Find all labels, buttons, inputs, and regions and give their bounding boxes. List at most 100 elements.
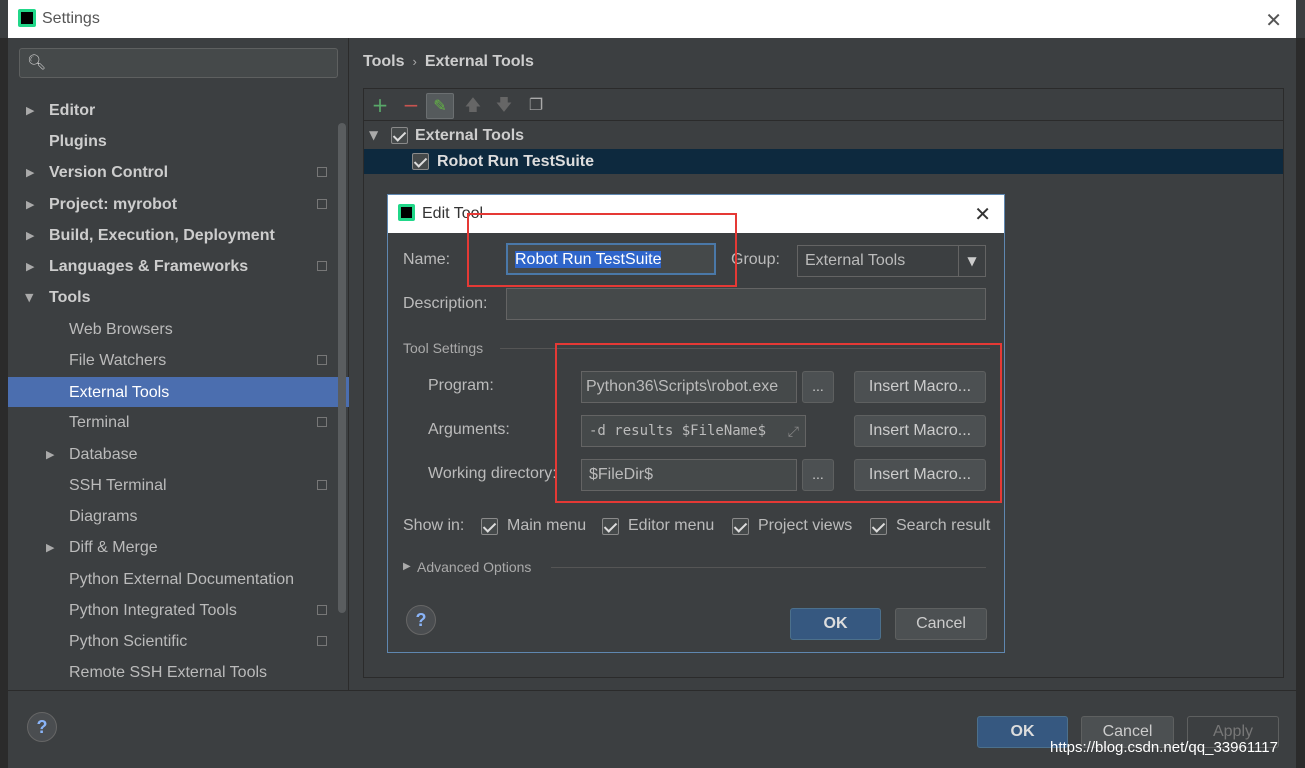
project-scope-icon bbox=[317, 355, 327, 365]
window-title: Settings bbox=[42, 10, 100, 27]
expand-arrow-icon: ▶ bbox=[26, 229, 35, 242]
title-bar: Settings ✕ bbox=[8, 0, 1296, 38]
sidebar-item-diagrams[interactable]: Diagrams bbox=[8, 501, 349, 532]
breadcrumb-current: External Tools bbox=[424, 53, 534, 70]
close-icon[interactable]: ✕ bbox=[974, 202, 991, 226]
tool-settings-heading: Tool Settings bbox=[403, 340, 484, 356]
group-select[interactable]: External Tools ▼ bbox=[797, 245, 986, 277]
help-button[interactable]: ? bbox=[27, 712, 57, 742]
sidebar-item-label: SSH Terminal bbox=[69, 477, 167, 494]
collapse-arrow-icon: ▼ bbox=[369, 128, 379, 142]
search-result-checkbox[interactable] bbox=[870, 518, 887, 535]
tool-group-label: External Tools bbox=[415, 127, 525, 144]
group-label: Group: bbox=[731, 251, 780, 268]
dialog-ok-button[interactable]: OK bbox=[790, 608, 881, 640]
sidebar-item-web-browsers[interactable]: Web Browsers bbox=[8, 314, 349, 345]
name-label: Name: bbox=[403, 251, 451, 268]
sidebar-item-label: Diagrams bbox=[69, 508, 138, 525]
sidebar-item-tools[interactable]: ▼ Tools bbox=[8, 282, 349, 313]
breadcrumb-parent[interactable]: Tools bbox=[363, 53, 404, 70]
expand-arrow-icon[interactable]: ▶ bbox=[403, 561, 411, 572]
sidebar-item-label: Editor bbox=[49, 102, 96, 119]
sidebar-item-label: Python Scientific bbox=[69, 633, 188, 650]
workdir-insert-macro-button[interactable]: Insert Macro... bbox=[854, 459, 986, 491]
workdir-field[interactable]: $FileDir$ bbox=[581, 459, 797, 491]
chevron-down-icon[interactable]: ▼ bbox=[958, 246, 985, 276]
sidebar-item-languages[interactable]: ▶ Languages & Frameworks bbox=[8, 251, 349, 282]
arguments-field[interactable]: -d results $FileName$ ⤢ bbox=[581, 415, 806, 447]
expand-arrow-icon: ▶ bbox=[46, 448, 55, 461]
settings-window: Settings ✕ 🔍︎ ▶ Editor Plugins ▶ Version… bbox=[0, 0, 1305, 768]
sidebar-item-label: File Watchers bbox=[69, 352, 167, 369]
sidebar-item-python-external-documentation[interactable]: Python External Documentation bbox=[8, 564, 349, 595]
program-browse-button[interactable]: ... bbox=[802, 371, 834, 403]
remove-icon[interactable]: − bbox=[397, 93, 425, 119]
tool-group-row[interactable]: ▼ External Tools bbox=[364, 123, 1283, 148]
project-views-checkbox[interactable] bbox=[732, 518, 749, 535]
program-label: Program: bbox=[428, 377, 494, 394]
search-input[interactable]: 🔍︎ bbox=[19, 48, 338, 78]
tool-row[interactable]: Robot Run TestSuite bbox=[364, 149, 1283, 174]
program-insert-macro-button[interactable]: Insert Macro... bbox=[854, 371, 986, 403]
background-editor-strip bbox=[0, 38, 8, 768]
advanced-options-toggle[interactable]: Advanced Options bbox=[417, 559, 531, 575]
sidebar-item-label: Python External Documentation bbox=[69, 571, 295, 588]
description-field[interactable] bbox=[506, 288, 986, 320]
edit-tool-dialog: Edit Tool ✕ Name: Robot Run TestSuite Gr… bbox=[387, 194, 1005, 653]
sidebar-item-plugins[interactable]: Plugins bbox=[8, 126, 349, 157]
move-up-icon[interactable]: 🡅 bbox=[459, 93, 487, 119]
sidebar-item-label: Plugins bbox=[49, 133, 107, 150]
expand-arrow-icon: ▶ bbox=[26, 260, 35, 273]
sidebar-scrollbar[interactable] bbox=[338, 123, 346, 613]
pycharm-icon bbox=[398, 204, 415, 221]
workdir-label: Working directory: bbox=[428, 465, 557, 482]
sidebar-item-version-control[interactable]: ▶ Version Control bbox=[8, 157, 349, 188]
sidebar-item-build[interactable]: ▶ Build, Execution, Deployment bbox=[8, 220, 349, 251]
sidebar-item-editor[interactable]: ▶ Editor bbox=[8, 95, 349, 126]
external-tools-toolbar: + − ✎ 🡅 🡇 ❐ bbox=[364, 89, 1283, 121]
copy-icon[interactable]: ❐ bbox=[522, 93, 550, 119]
close-icon[interactable]: ✕ bbox=[1265, 8, 1282, 32]
sidebar-item-external-tools[interactable]: External Tools bbox=[8, 377, 349, 407]
workdir-browse-button[interactable]: ... bbox=[802, 459, 834, 491]
main-menu-checkbox[interactable] bbox=[481, 518, 498, 535]
sidebar-item-label: Project: myrobot bbox=[49, 196, 178, 213]
move-down-icon[interactable]: 🡇 bbox=[490, 93, 518, 119]
project-scope-icon bbox=[317, 636, 327, 646]
dialog-title: Edit Tool bbox=[422, 205, 484, 222]
divider bbox=[551, 567, 986, 568]
sidebar-item-terminal[interactable]: Terminal bbox=[8, 407, 349, 438]
sidebar-item-label: Database bbox=[69, 446, 138, 463]
sidebar-item-label: External Tools bbox=[69, 384, 170, 401]
editor-menu-checkbox[interactable] bbox=[602, 518, 619, 535]
project-scope-icon bbox=[317, 199, 327, 209]
watermark-text: https://blog.csdn.net/qq_33961117 bbox=[1050, 739, 1278, 756]
project-scope-icon bbox=[317, 480, 327, 490]
sidebar-item-ssh-terminal[interactable]: SSH Terminal bbox=[8, 470, 349, 501]
add-icon[interactable]: + bbox=[366, 93, 394, 119]
sidebar-item-database[interactable]: ▶ Database bbox=[8, 439, 349, 470]
sidebar-item-remote-ssh-external-tools[interactable]: Remote SSH External Tools bbox=[8, 657, 349, 688]
editor-menu-label: Editor menu bbox=[628, 517, 715, 534]
sidebar-item-label: Terminal bbox=[69, 414, 130, 431]
settings-footer: ? OK Cancel Apply bbox=[8, 690, 1296, 768]
program-field[interactable]: Python36\Scripts\robot.exe bbox=[581, 371, 797, 403]
tool-enabled-checkbox[interactable] bbox=[412, 153, 429, 170]
sidebar-item-diff-merge[interactable]: ▶ Diff & Merge bbox=[8, 532, 349, 563]
name-field[interactable]: Robot Run TestSuite bbox=[506, 243, 716, 275]
group-enabled-checkbox[interactable] bbox=[391, 127, 408, 144]
edit-icon[interactable]: ✎ bbox=[426, 93, 454, 119]
sidebar-item-label: Remote SSH External Tools bbox=[69, 664, 268, 681]
sidebar-item-python-scientific[interactable]: Python Scientific bbox=[8, 626, 349, 657]
arguments-insert-macro-button[interactable]: Insert Macro... bbox=[854, 415, 986, 447]
arguments-label: Arguments: bbox=[428, 421, 510, 438]
dialog-cancel-button[interactable]: Cancel bbox=[895, 608, 987, 640]
search-result-label: Search result bbox=[896, 517, 991, 534]
expand-icon[interactable]: ⤢ bbox=[788, 417, 799, 446]
dialog-help-button[interactable]: ? bbox=[406, 605, 436, 635]
expand-arrow-icon: ▶ bbox=[26, 104, 35, 117]
sidebar-item-project[interactable]: ▶ Project: myrobot bbox=[8, 189, 349, 220]
sidebar-item-python-integrated-tools[interactable]: Python Integrated Tools bbox=[8, 595, 349, 626]
sidebar-item-file-watchers[interactable]: File Watchers bbox=[8, 345, 349, 376]
tool-label: Robot Run TestSuite bbox=[437, 153, 595, 170]
